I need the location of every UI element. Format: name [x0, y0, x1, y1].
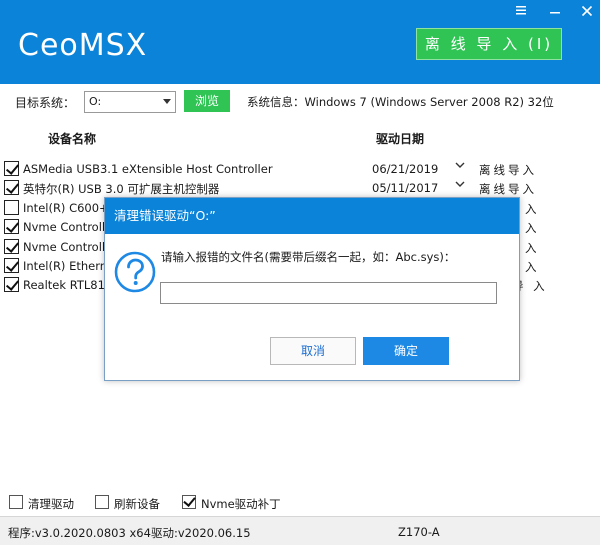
- clean-driver-label: 清理驱动: [28, 497, 74, 511]
- column-header-device-name: 设备名称: [48, 132, 97, 146]
- close-icon[interactable]: [578, 3, 596, 21]
- drive-select[interactable]: O:: [84, 91, 176, 113]
- refresh-device-label: 刷新设备: [114, 497, 160, 511]
- driver-name: Nvme Controlle: [23, 220, 113, 234]
- program-version: 程序:v3.0.2020.0803 x64: [8, 526, 151, 540]
- app-header: CeoMSX 离 线 导 入 (I): [0, 0, 600, 84]
- filename-input[interactable]: [160, 282, 497, 304]
- offline-import-link[interactable]: 离线导入: [479, 181, 537, 197]
- offline-import-link[interactable]: 入: [525, 220, 540, 236]
- driver-checkbox[interactable]: [4, 239, 19, 254]
- driver-checkbox[interactable]: [4, 200, 19, 215]
- driver-checkbox[interactable]: [4, 277, 19, 292]
- driver-date: 06/21/2019: [372, 162, 439, 176]
- driver-version: 驱动:v2020.06.15: [151, 526, 251, 540]
- ok-button[interactable]: 确定: [363, 337, 449, 365]
- driver-name: Nvme Controlle: [23, 240, 113, 254]
- dialog-message: 请输入报错的文件名(需要带后缀名一起，如：Abc.sys)：: [161, 250, 456, 264]
- clean-driver-dialog: 清理错误驱动“O:” 请输入报错的文件名(需要带后缀名一起，如：Abc.sys)…: [104, 197, 520, 381]
- offline-import-link[interactable]: 入: [525, 259, 540, 275]
- clean-driver-option[interactable]: 清理驱动: [9, 495, 89, 511]
- refresh-device-checkbox[interactable]: [95, 495, 109, 509]
- driver-row: ASMedia USB3.1 eXtensible Host Controlle…: [0, 160, 600, 179]
- status-bar: 程序:v3.0.2020.0803 x64 驱动:v2020.06.15 Z17…: [0, 516, 600, 545]
- target-system-label: 目标系统：: [15, 96, 76, 110]
- clean-driver-checkbox[interactable]: [9, 495, 23, 509]
- offline-import-link[interactable]: 离线导入: [479, 162, 537, 178]
- driver-checkbox[interactable]: [4, 161, 19, 176]
- offline-import-link[interactable]: 入: [525, 240, 540, 256]
- driver-name: Intel(R) Etherne: [23, 259, 115, 273]
- motherboard-model: Z170-A: [398, 525, 440, 539]
- drive-select-value: O:: [89, 95, 102, 108]
- menu-icon[interactable]: [512, 4, 530, 20]
- driver-date: 05/11/2017: [372, 181, 439, 195]
- chevron-down-icon[interactable]: [454, 159, 466, 171]
- driver-row: 英特尔(R) USB 3.0 可扩展主机控制器 05/11/2017 离线导入: [0, 179, 600, 198]
- refresh-device-option[interactable]: 刷新设备: [95, 495, 175, 511]
- chevron-down-icon: [163, 99, 171, 104]
- nvme-patch-checkbox[interactable]: [182, 495, 196, 509]
- minimize-icon[interactable]: [546, 0, 564, 19]
- dialog-title: 清理错误驱动“O:”: [105, 198, 519, 234]
- question-icon: [114, 251, 156, 293]
- column-header-driver-date: 驱动日期: [376, 132, 425, 146]
- app-logo: CeoMSX: [18, 28, 148, 63]
- driver-checkbox[interactable]: [4, 180, 19, 195]
- nvme-patch-label: Nvme驱动补丁: [201, 497, 281, 511]
- offline-import-link[interactable]: 入: [525, 201, 540, 217]
- system-info: 系统信息：Windows 7 (Windows Server 2008 R2) …: [247, 95, 554, 109]
- driver-checkbox[interactable]: [4, 258, 19, 273]
- browse-button[interactable]: 浏览: [184, 90, 230, 112]
- nvme-patch-option[interactable]: Nvme驱动补丁: [182, 495, 292, 511]
- driver-name: Intel(R) C600+/: [23, 201, 113, 215]
- driver-checkbox[interactable]: [4, 219, 19, 234]
- chevron-down-icon[interactable]: [454, 178, 466, 190]
- offline-import-button[interactable]: 离 线 导 入 (I): [416, 28, 562, 60]
- driver-name: ASMedia USB3.1 eXtensible Host Controlle…: [23, 162, 273, 176]
- cancel-button[interactable]: 取消: [270, 337, 356, 365]
- driver-name: 英特尔(R) USB 3.0 可扩展主机控制器: [23, 182, 220, 196]
- driver-name: Realtek RTL818: [23, 278, 113, 292]
